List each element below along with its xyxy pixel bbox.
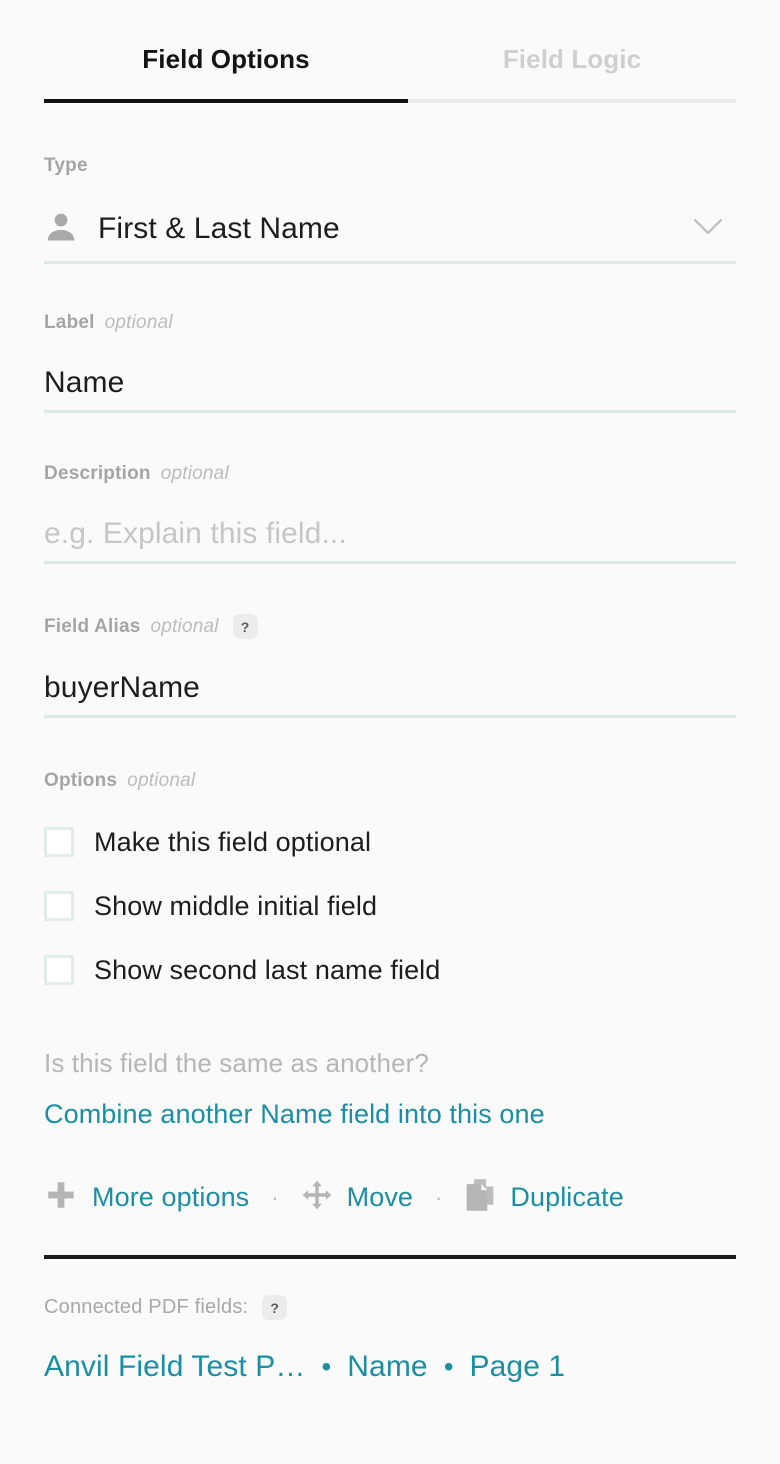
option-show-middle-initial[interactable]: Show middle initial field (44, 874, 736, 938)
move-label: Move (346, 1182, 414, 1212)
alias-field-group: Field Alias optional ? buyerName (0, 614, 780, 718)
action-bar: More options · Move · Duplicate (0, 1178, 780, 1217)
option-show-second-last-name[interactable]: Show second last name field (44, 938, 736, 1002)
tab-field-logic[interactable]: Field Logic (408, 44, 736, 103)
type-field-group: Type First & Last Name (0, 155, 780, 264)
section-divider (44, 1255, 736, 1259)
field-options-panel: Field Options Field Logic Type First & L… (0, 44, 780, 1464)
options-optional: optional (127, 770, 196, 791)
description-field-label-text: Description (44, 463, 151, 484)
type-label-text: Type (44, 155, 88, 176)
type-select-value: First & Last Name (98, 212, 340, 245)
type-select[interactable]: First & Last Name (44, 197, 736, 264)
checkbox-icon[interactable] (44, 891, 74, 921)
description-input[interactable]: e.g. Explain this field... (44, 507, 736, 564)
alias-input-value: buyerName (44, 671, 200, 704)
move-icon (301, 1179, 333, 1216)
tab-bar: Field Options Field Logic (0, 44, 780, 103)
duplicate-label: Duplicate (510, 1182, 624, 1212)
connected-pdf-label: Connected PDF fields: ? (44, 1295, 736, 1320)
tab-field-options-label: Field Options (142, 44, 310, 74)
label-field-label-text: Label (44, 312, 95, 333)
options-label: Options optional (44, 770, 736, 792)
type-select-value-group: First & Last Name (44, 210, 340, 249)
label-input-value: Name (44, 366, 125, 399)
alias-field-label: Field Alias optional ? (44, 614, 736, 639)
alias-field-label-text: Field Alias (44, 615, 141, 637)
label-input[interactable]: Name (44, 356, 736, 413)
combine-question: Is this field the same as another? (44, 1048, 429, 1078)
label-field-label: Label optional (44, 312, 736, 334)
options-group: Options optional Make this field optiona… (0, 770, 780, 1002)
chevron-down-icon[interactable] (692, 216, 724, 243)
more-options-button[interactable]: More options (44, 1178, 249, 1217)
connected-pdf-breadcrumb: Anvil Field Test P… • Name • Page 1 (44, 1350, 736, 1384)
connected-pdf-page[interactable]: Page 1 (470, 1350, 566, 1384)
option-make-optional[interactable]: Make this field optional (44, 810, 736, 874)
connected-pdf-group: Connected PDF fields: ? Anvil Field Test… (0, 1295, 780, 1384)
option-show-middle-initial-label: Show middle initial field (94, 890, 378, 921)
combine-group: Is this field the same as another? Combi… (0, 1048, 780, 1130)
move-button[interactable]: Move (301, 1179, 413, 1216)
checkbox-icon[interactable] (44, 955, 74, 985)
tab-field-options[interactable]: Field Options (44, 44, 408, 103)
options-label-text: Options (44, 770, 118, 791)
alias-help-icon[interactable]: ? (232, 614, 258, 639)
alias-input[interactable]: buyerName (44, 661, 736, 718)
tab-field-logic-label: Field Logic (502, 44, 642, 74)
duplicate-button[interactable]: Duplicate (464, 1178, 624, 1217)
connected-pdf-field[interactable]: Name (347, 1350, 427, 1384)
checkbox-icon[interactable] (44, 827, 74, 857)
duplicate-icon (464, 1178, 496, 1217)
connected-pdf-separator-2: • (443, 1351, 454, 1382)
person-icon (44, 210, 78, 249)
alias-field-optional: optional (150, 615, 219, 637)
connected-pdf-document[interactable]: Anvil Field Test P… (44, 1350, 305, 1384)
action-separator-2: · (435, 1184, 443, 1210)
option-make-optional-label: Make this field optional (94, 826, 372, 857)
label-field-group: Label optional Name (0, 312, 780, 413)
type-label: Type (44, 155, 736, 177)
description-field-label: Description optional (44, 463, 736, 485)
description-field-group: Description optional e.g. Explain this f… (0, 463, 780, 564)
label-field-optional: optional (104, 312, 173, 333)
plus-icon (44, 1178, 78, 1217)
connected-pdf-help-icon[interactable]: ? (262, 1295, 288, 1320)
more-options-label: More options (92, 1182, 250, 1212)
option-show-second-last-name-label: Show second last name field (94, 954, 441, 985)
combine-field-link[interactable]: Combine another Name field into this one (44, 1099, 736, 1130)
connected-pdf-separator-1: • (321, 1351, 332, 1382)
description-field-optional: optional (160, 463, 229, 484)
description-input-placeholder: e.g. Explain this field... (44, 517, 347, 550)
action-separator-1: · (271, 1184, 279, 1210)
connected-pdf-label-text: Connected PDF fields: (44, 1296, 249, 1318)
